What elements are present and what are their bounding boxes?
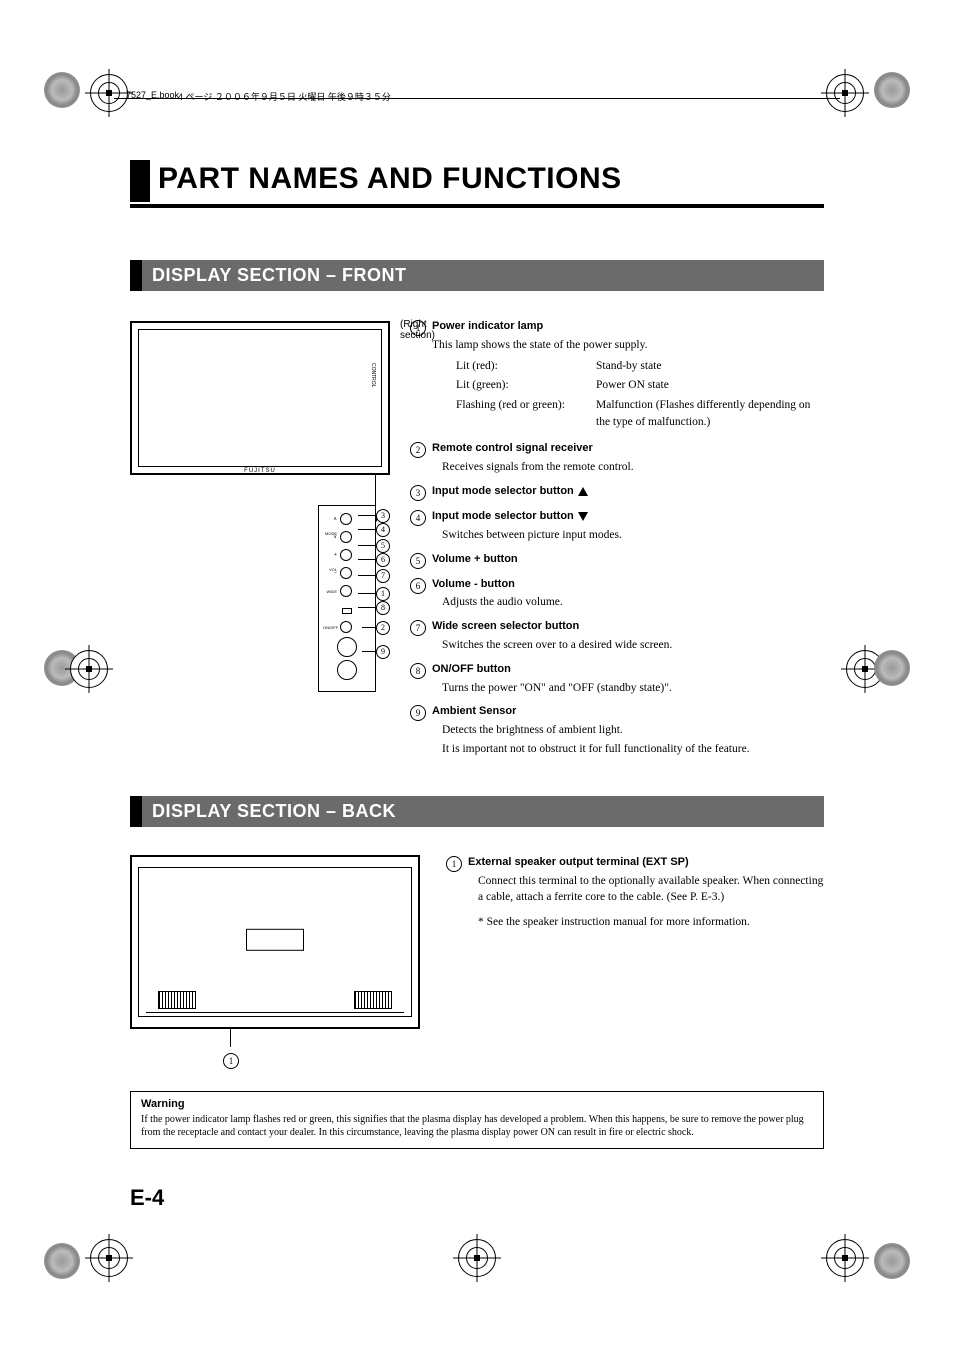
back-leader-line — [230, 1029, 231, 1047]
back-callout-1: 1 — [223, 1053, 239, 1069]
crop-target-tl — [90, 74, 128, 112]
section-title-front: DISPLAY SECTION – FRONT — [142, 260, 824, 291]
callout-6: 6 — [376, 553, 390, 567]
ctrl-vol-plus-icon: + — [323, 552, 337, 558]
callout-9: 9 — [376, 645, 390, 659]
display-front-diagram: FUJITSU CONTROL — [130, 321, 390, 475]
display-brand-label: FUJITSU — [244, 468, 276, 474]
ctrl-mode-up-icon: ∧ — [323, 516, 337, 522]
crop-mark-br — [874, 1243, 910, 1279]
header-page-info: 4 ページ ２００６年９月５日 火曜日 午後９時３５分 — [178, 90, 391, 103]
section-title-back: DISPLAY SECTION – BACK — [142, 796, 824, 827]
callout-4: 4 — [376, 523, 390, 537]
ctrl-wide-label: WIDE — [323, 589, 337, 594]
page-number: E-4 — [130, 1185, 164, 1211]
warning-box: Warning If the power indicator lamp flas… — [130, 1091, 824, 1149]
ctrl-mode-down-icon: ∨ — [323, 534, 337, 540]
header-file: 7527_E.book — [126, 90, 179, 100]
ctrl-receiver-icon — [337, 637, 357, 657]
side-panel-label: CONTROL — [370, 363, 376, 387]
page-title-block: PART NAMES AND FUNCTIONS — [130, 160, 824, 202]
front-description-list: 1 Power indicator lamp This lamp shows t… — [410, 319, 824, 766]
ctrl-sensor-icon — [337, 660, 357, 680]
front-item-6: 6 Volume - button Adjusts the audio volu… — [410, 577, 824, 612]
item-desc: This lamp shows the state of the power s… — [432, 337, 824, 354]
triangle-down-icon — [578, 512, 588, 521]
section-header-back: DISPLAY SECTION – BACK — [130, 796, 824, 827]
crop-mark-bl — [44, 1243, 80, 1279]
front-item-4: 4 Input mode selector button Switches be… — [410, 509, 824, 544]
callout-8: 8 — [376, 601, 390, 615]
crop-target-tr — [826, 74, 864, 112]
front-item-3: 3 Input mode selector button — [410, 484, 824, 501]
callout-3: 3 — [376, 509, 390, 523]
ctrl-lamp-icon — [342, 608, 352, 614]
crop-mark-tl — [44, 72, 80, 108]
warning-text: If the power indicator lamp flashes red … — [141, 1113, 813, 1140]
front-item-2: 2 Remote control signal receiver Receive… — [410, 441, 824, 476]
front-item-8: 8 ON/OFF button Turns the power "ON" and… — [410, 662, 824, 697]
crop-mark-tr — [874, 72, 910, 108]
callout-1: 1 — [376, 587, 390, 601]
front-item-5: 5 Volume + button — [410, 552, 824, 569]
crop-target-br — [826, 1239, 864, 1277]
page-title: PART NAMES AND FUNCTIONS — [158, 160, 824, 202]
item-title: Power indicator lamp — [432, 319, 824, 335]
back-description-list: 1 External speaker output terminal (EXT … — [446, 855, 824, 1069]
triangle-up-icon — [578, 487, 588, 496]
title-bar — [130, 160, 150, 202]
crop-target-bl — [90, 1239, 128, 1277]
front-item-1: 1 Power indicator lamp This lamp shows t… — [410, 319, 824, 433]
ctrl-onoff-label: ON/OFF — [323, 625, 337, 630]
right-section-label: (Right section) — [400, 319, 435, 341]
front-item-7: 7 Wide screen selector button Switches t… — [410, 619, 824, 654]
crop-mark-mr — [874, 650, 910, 686]
ctrl-vol-minus-icon: − — [323, 570, 337, 576]
section-header-front: DISPLAY SECTION – FRONT — [130, 260, 824, 291]
callout-5: 5 — [376, 539, 390, 553]
crop-target-bc — [458, 1239, 496, 1277]
warning-title: Warning — [141, 1098, 813, 1110]
callout-7: 7 — [376, 569, 390, 583]
control-panel-diagram: ∧ MODE ∨ + VOL − WIDE ON/OFF 3 4 — [318, 505, 398, 692]
back-item-1: 1 External speaker output terminal (EXT … — [446, 855, 824, 931]
front-item-9: 9 Ambient Sensor Detects the brightness … — [410, 704, 824, 757]
callout-2: 2 — [376, 621, 390, 635]
crop-target-ml — [70, 650, 108, 688]
title-underline — [130, 204, 824, 208]
display-back-diagram — [130, 855, 420, 1029]
